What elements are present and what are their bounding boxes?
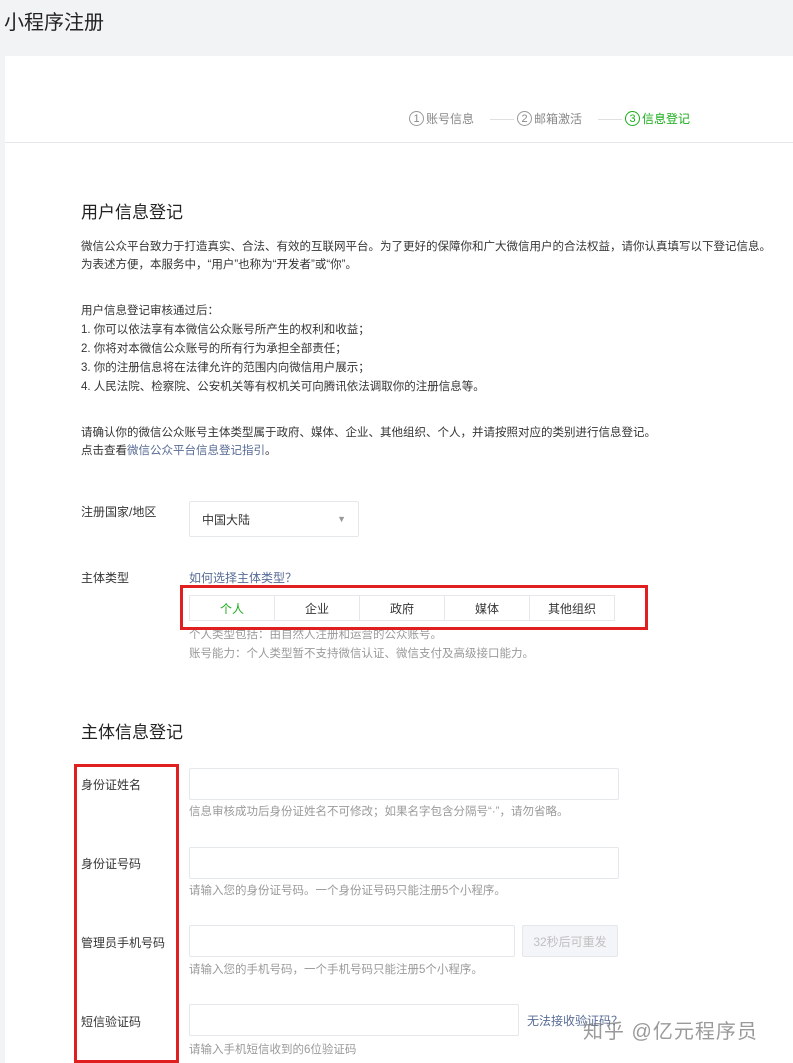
caret-down-icon: ▼: [337, 514, 346, 524]
country-select[interactable]: 中国大陆 ▼: [189, 501, 359, 537]
guide-prefix: 点击查看: [81, 445, 127, 457]
page-title: 小程序注册: [4, 12, 104, 34]
subject-info-title: 主体信息登记: [81, 723, 183, 742]
id-name-label: 身份证姓名: [81, 778, 142, 792]
step-label: 邮箱激活: [534, 112, 583, 126]
review-item: 1. 你可以依法享有本微信公众账号所产生的权利和收益；: [81, 324, 370, 336]
subject-type-hint: 个人类型包括：由自然人注册和运营的公众账号。: [189, 629, 442, 641]
country-value: 中国大陆: [202, 512, 251, 527]
id-number-input[interactable]: [189, 847, 619, 879]
subject-type-selector: 个人 企业 政府 媒体 其他组织: [189, 595, 615, 621]
review-item: 3. 你的注册信息将在法律允许的范围内向微信用户展示；: [81, 362, 370, 374]
resend-code-button[interactable]: 32秒后可重发: [522, 925, 618, 957]
id-name-input[interactable]: [189, 768, 619, 800]
sms-code-hint: 请输入手机短信收到的6位验证码: [189, 1044, 357, 1056]
admin-phone-label: 管理员手机号码: [81, 936, 166, 950]
id-name-hint: 信息审核成功后身份证姓名不可修改；如果名字包含分隔号“·”，请勿省略。: [189, 806, 569, 818]
intro-line: 为表述方便，本服务中，“用户”也称为“开发者”或“你”。: [81, 259, 357, 271]
intro-line: 微信公众平台致力于打造真实、合法、有效的互联网平台。为了更好的保障你和广大微信用…: [81, 241, 771, 253]
step-indicator: 1 账号信息 2 邮箱激活 3 信息登记: [5, 110, 793, 130]
registration-card: 1 账号信息 2 邮箱激活 3 信息登记 用户信息登记 微信公众平台致力于打造真…: [5, 56, 793, 1063]
subject-type-enterprise[interactable]: 企业: [274, 595, 360, 621]
step-connector: [490, 119, 514, 120]
admin-phone-input[interactable]: [189, 925, 515, 957]
id-number-hint: 请输入您的身份证号码。一个身份证号码只能注册5个小程序。: [189, 885, 506, 897]
guide-suffix: 。: [265, 445, 277, 457]
guide-line: 点击查看微信公众平台信息登记指引。: [81, 442, 793, 460]
subject-type-help-link[interactable]: 如何选择主体类型？: [189, 569, 297, 586]
step-number: 3: [625, 111, 640, 126]
subject-type-government[interactable]: 政府: [359, 595, 445, 621]
sms-code-input[interactable]: [189, 1004, 519, 1036]
step-connector: [598, 119, 622, 120]
user-info-title: 用户信息登记: [81, 203, 183, 222]
country-label: 注册国家/地区: [81, 505, 157, 519]
subject-type-personal[interactable]: 个人: [189, 595, 275, 621]
subject-type-other-org[interactable]: 其他组织: [529, 595, 615, 621]
divider: [5, 142, 793, 143]
review-item: 4. 人民法院、检察院、公安机关等有权机关可向腾讯依法调取你的注册信息等。: [81, 381, 485, 393]
step-info-registration: 3 信息登记: [625, 110, 690, 127]
step-number: 1: [409, 111, 424, 126]
id-number-label: 身份证号码: [81, 857, 142, 871]
confirm-line: 请确认你的微信公众账号主体类型属于政府、媒体、企业、其他组织、个人，并请按照对应…: [81, 427, 656, 439]
guide-link[interactable]: 微信公众平台信息登记指引: [127, 445, 265, 457]
step-number: 2: [517, 111, 532, 126]
admin-phone-hint: 请输入您的手机号码，一个手机号码只能注册5个小程序。: [189, 964, 483, 976]
subject-type-label: 主体类型: [81, 571, 130, 585]
review-title: 用户信息登记审核通过后：: [81, 305, 219, 317]
step-email-activation: 2 邮箱激活: [517, 110, 582, 127]
step-account-info: 1 账号信息: [409, 110, 474, 127]
sms-code-label: 短信验证码: [81, 1015, 142, 1029]
step-label: 信息登记: [642, 112, 691, 126]
subject-type-ability-hint: 账号能力：个人类型暂不支持微信认证、微信支付及高级接口能力。: [189, 648, 534, 660]
watermark: 知乎 @亿元程序员: [583, 1021, 758, 1043]
subject-type-media[interactable]: 媒体: [444, 595, 530, 621]
review-item: 2. 你将对本微信公众账号的所有行为承担全部责任；: [81, 343, 347, 355]
step-label: 账号信息: [426, 112, 475, 126]
